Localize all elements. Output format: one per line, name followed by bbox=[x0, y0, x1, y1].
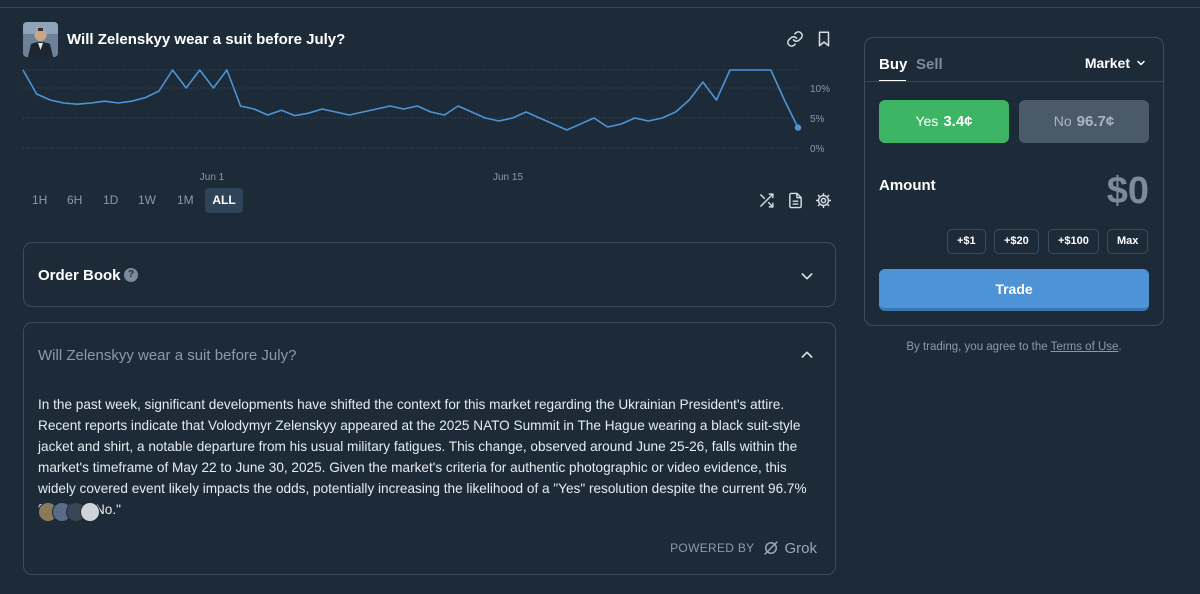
tab-divider bbox=[865, 81, 1163, 82]
order-book-card[interactable]: Order Book ? bbox=[23, 242, 836, 307]
x-tick-label: Jun 1 bbox=[200, 172, 225, 183]
chevron-down-icon[interactable] bbox=[799, 268, 815, 284]
timeframe-6h[interactable]: 6H bbox=[61, 188, 88, 213]
y-tick-label: 10% bbox=[810, 84, 830, 95]
grok-logo: Grok bbox=[762, 539, 817, 557]
trade-panel: Buy Sell Market Yes 3.4¢ No 96.7¢ Amount $… bbox=[864, 37, 1164, 326]
ai-summary-card: Will Zelenskyy wear a suit before July? … bbox=[23, 322, 836, 575]
gear-icon[interactable] bbox=[815, 192, 832, 209]
timeframe-1w[interactable]: 1W bbox=[132, 188, 162, 213]
order-type-label: Market bbox=[1084, 55, 1130, 71]
timeframe-1h[interactable]: 1H bbox=[26, 188, 53, 213]
current-price-point bbox=[794, 124, 802, 131]
no-label: No bbox=[1053, 113, 1072, 129]
bookmark-icon[interactable] bbox=[815, 30, 833, 48]
yes-button[interactable]: Yes 3.4¢ bbox=[879, 100, 1009, 143]
summary-title: Will Zelenskyy wear a suit before July? bbox=[38, 347, 297, 364]
max-button[interactable]: Max bbox=[1107, 229, 1149, 254]
powered-by-label: POWERED BY bbox=[670, 541, 755, 555]
chevron-up-icon[interactable] bbox=[799, 347, 815, 363]
order-type-dropdown[interactable]: Market bbox=[1085, 55, 1147, 71]
yes-label: Yes bbox=[915, 113, 939, 129]
shuffle-icon[interactable] bbox=[758, 192, 775, 209]
link-icon[interactable] bbox=[786, 30, 804, 48]
chevron-down-icon bbox=[1137, 60, 1145, 66]
market-thumbnail bbox=[23, 22, 58, 57]
source-avatars[interactable] bbox=[38, 502, 118, 522]
price-chart: 10% 5% 0% Jun 1 Jun 15 bbox=[14, 64, 844, 188]
series-line bbox=[22, 69, 799, 131]
amount-label: Amount bbox=[879, 177, 936, 194]
no-button[interactable]: No 96.7¢ bbox=[1019, 100, 1149, 143]
y-tick-label: 5% bbox=[810, 114, 825, 125]
timeframe-all[interactable]: ALL bbox=[205, 188, 243, 213]
top-divider bbox=[0, 7, 1200, 8]
help-icon[interactable]: ? bbox=[124, 268, 138, 282]
source-avatar[interactable] bbox=[80, 502, 100, 522]
add-20-button[interactable]: +$20 bbox=[994, 229, 1039, 254]
add-1-button[interactable]: +$1 bbox=[947, 229, 986, 254]
terms-suffix: . bbox=[1118, 341, 1122, 353]
summary-text: In the past week, significant developmen… bbox=[38, 397, 807, 517]
yes-price: 3.4¢ bbox=[943, 113, 973, 130]
no-price: 96.7¢ bbox=[1076, 113, 1115, 130]
timeframe-1d[interactable]: 1D bbox=[97, 188, 124, 213]
grok-icon bbox=[764, 541, 779, 555]
terms-link[interactable]: Terms of Use bbox=[1051, 341, 1119, 353]
x-tick-label: Jun 15 bbox=[493, 172, 523, 183]
document-icon[interactable] bbox=[787, 192, 804, 209]
add-100-button[interactable]: +$100 bbox=[1048, 229, 1099, 254]
trade-button[interactable]: Trade bbox=[879, 269, 1149, 311]
terms-prefix: By trading, you agree to the bbox=[906, 341, 1048, 353]
timeframe-1m[interactable]: 1M bbox=[171, 188, 200, 213]
amount-input[interactable]: $0 bbox=[1107, 170, 1149, 213]
powered-by: POWERED BY Grok bbox=[670, 539, 817, 557]
y-tick-label: 0% bbox=[810, 144, 825, 155]
tab-sell[interactable]: Sell bbox=[916, 56, 943, 73]
tab-buy[interactable]: Buy bbox=[879, 56, 907, 73]
market-title: Will Zelenskyy wear a suit before July? bbox=[67, 31, 346, 48]
terms-notice: By trading, you agree to the Terms of Us… bbox=[864, 341, 1164, 353]
grok-brand: Grok bbox=[784, 539, 817, 557]
order-book-title: Order Book bbox=[38, 267, 121, 284]
